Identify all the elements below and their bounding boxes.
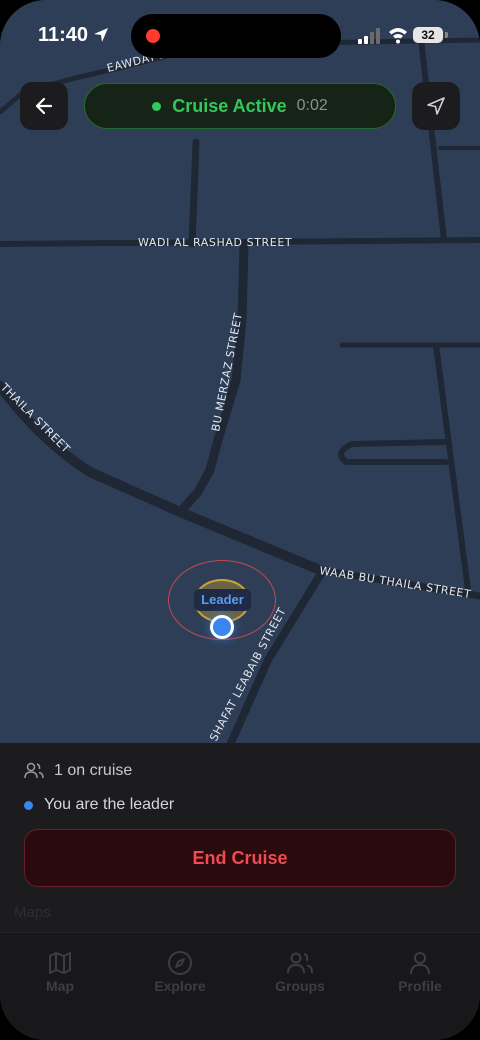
clock: 11:40 — [38, 24, 89, 46]
tab-map-label: Map — [46, 978, 74, 994]
arrow-left-icon — [35, 97, 53, 115]
leader-status-row: You are the leader — [24, 796, 174, 814]
back-button[interactable] — [20, 82, 68, 130]
tab-explore-label: Explore — [154, 978, 206, 994]
tab-profile[interactable]: Profile — [380, 950, 460, 994]
recenter-button[interactable] — [412, 82, 460, 130]
cruise-count-text: 1 on cruise — [54, 762, 133, 779]
end-cruise-button[interactable]: End Cruise — [24, 829, 456, 887]
battery-cap — [445, 32, 448, 38]
recording-indicator-icon — [146, 29, 160, 43]
navigation-arrow-icon — [427, 97, 445, 115]
tab-explore[interactable]: Explore — [140, 950, 220, 994]
compass-icon — [168, 951, 192, 975]
street-label: WADI AL RASHAD STREET — [138, 236, 292, 249]
users-icon — [287, 952, 313, 974]
person-icon — [410, 952, 430, 975]
cruise-status-pill: Cruise Active 0:02 — [84, 83, 396, 129]
cruise-status-label: Cruise Active — [172, 95, 287, 116]
battery-icon: 32 — [413, 27, 443, 43]
wifi-icon — [389, 28, 407, 44]
map-icon — [49, 952, 71, 974]
cruise-count-row: 1 on cruise — [24, 762, 132, 780]
active-indicator-icon — [152, 101, 162, 111]
background-maps-text: Maps — [14, 904, 51, 921]
cruise-timer: 0:02 — [296, 97, 328, 114]
user-location-marker[interactable] — [210, 615, 234, 639]
street-label: WAAB BU THAILA STREET — [319, 564, 473, 601]
location-arrow-icon — [94, 28, 108, 42]
tab-map[interactable]: Map — [20, 950, 100, 994]
leader-label: Leader — [194, 589, 251, 611]
status-bar: 11:40 32 — [0, 0, 480, 70]
phone-screen: EAWDAT AL WADI AL RASHAD STREET BU MERZA… — [0, 0, 480, 1040]
tab-groups[interactable]: Groups — [260, 950, 340, 994]
users-icon — [24, 762, 44, 779]
tab-profile-label: Profile — [398, 978, 442, 994]
street-label: THAILA STREET — [0, 380, 73, 456]
cellular-signal-icon — [358, 28, 380, 44]
leader-status-text: You are the leader — [44, 796, 175, 813]
tab-groups-label: Groups — [275, 978, 325, 994]
dynamic-island — [131, 14, 341, 58]
battery-level: 32 — [421, 28, 435, 42]
leader-dot-icon — [24, 800, 33, 810]
